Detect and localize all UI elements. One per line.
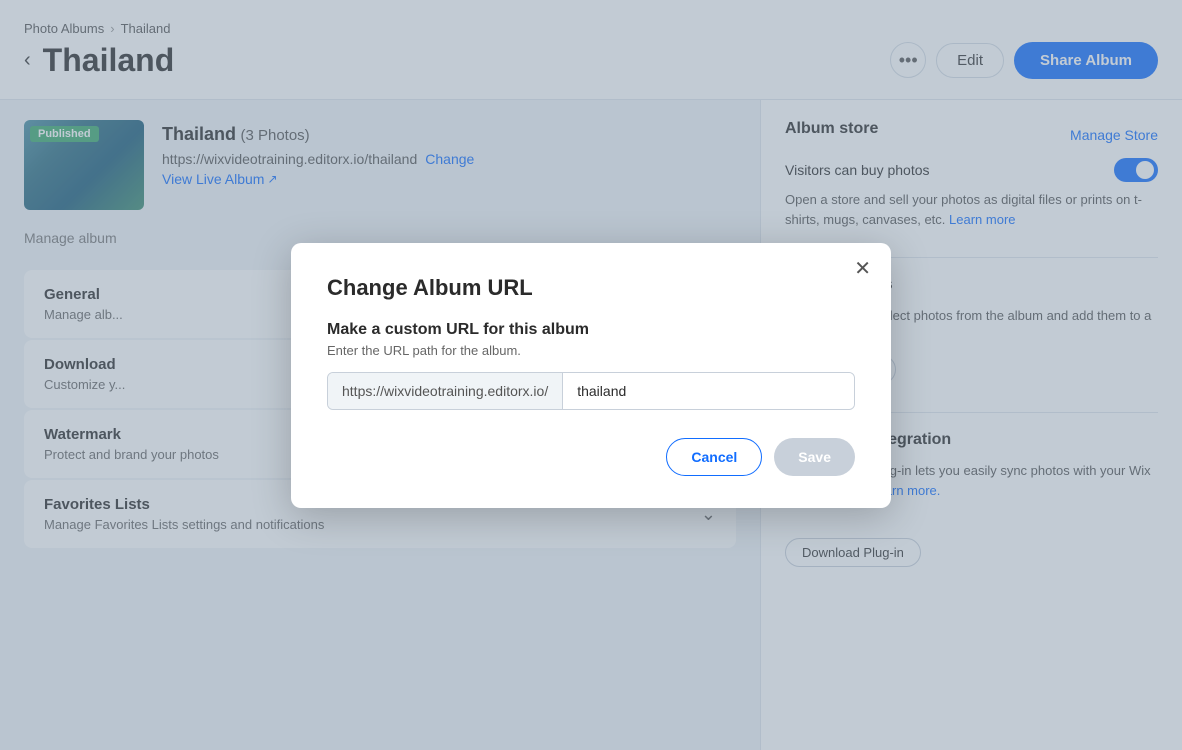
modal-overlay: ✕ Change Album URL Make a custom URL for…	[0, 0, 1182, 750]
url-input-row: https://wixvideotraining.editorx.io/	[327, 372, 855, 410]
modal-title: Change Album URL	[327, 275, 855, 301]
modal-sublabel: Enter the URL path for the album.	[327, 343, 855, 358]
change-album-url-modal: ✕ Change Album URL Make a custom URL for…	[291, 243, 891, 508]
modal-actions: Cancel Save	[327, 438, 855, 476]
save-button[interactable]: Save	[774, 438, 855, 476]
cancel-button[interactable]: Cancel	[666, 438, 762, 476]
modal-close-button[interactable]: ✕	[854, 259, 871, 279]
url-input[interactable]	[563, 373, 854, 409]
modal-label: Make a custom URL for this album	[327, 321, 855, 339]
url-prefix: https://wixvideotraining.editorx.io/	[328, 373, 563, 409]
